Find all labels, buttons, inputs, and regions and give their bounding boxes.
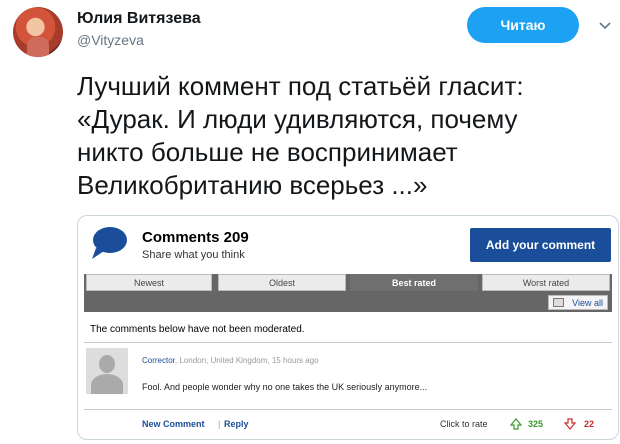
comment-meta: Corrector, London, United Kingdom, 15 ho… <box>142 356 319 365</box>
tab-worst-rated[interactable]: Worst rated <box>482 274 610 291</box>
comment-author-link[interactable]: Corrector <box>142 356 175 365</box>
view-all-button[interactable]: View all <box>548 295 608 310</box>
new-comment-link[interactable]: New Comment <box>142 419 205 429</box>
tweet-media-image[interactable]: Comments 209 Share what you think Add yo… <box>77 215 619 440</box>
speech-bubble-icon <box>92 227 127 259</box>
thumbs-down-arrow-icon[interactable] <box>564 418 576 430</box>
thumbs-up-arrow-icon[interactable] <box>510 418 522 430</box>
profile-avatar[interactable] <box>13 7 63 57</box>
chevron-down-icon[interactable] <box>599 20 611 32</box>
reply-link[interactable]: Reply <box>224 419 249 429</box>
user-display-name[interactable]: Юлия Витязева <box>77 10 201 28</box>
following-button[interactable]: Читаю <box>467 7 579 43</box>
downvote-count: 22 <box>584 419 595 429</box>
divider <box>84 409 612 410</box>
comments-subtitle: Share what you think <box>142 249 245 261</box>
divider <box>84 342 612 343</box>
tab-newest[interactable]: Newest <box>86 274 212 291</box>
user-handle[interactable]: @Vityzeva <box>77 32 144 48</box>
add-comment-button[interactable]: Add your comment <box>470 228 611 262</box>
comments-title: Comments 209 <box>142 229 249 246</box>
tweet-text: Лучший коммент под статьёй гласит: «Дура… <box>77 71 524 200</box>
tab-best-rated[interactable]: Best rated <box>350 274 478 291</box>
moderation-notice: The comments below have not been moderat… <box>90 324 305 335</box>
sort-tabs-bar: Newest Oldest Best rated Worst rated Vie… <box>84 274 612 312</box>
commenter-avatar-placeholder <box>86 348 128 394</box>
view-all-icon <box>553 298 564 307</box>
view-all-label: View all <box>572 297 603 308</box>
comment-body: Fool. And people wonder why no one takes… <box>142 382 428 392</box>
footer-separator: | <box>218 419 221 429</box>
click-to-rate-label: Click to rate <box>440 419 488 429</box>
comment-location-time: , London, United Kingdom, 15 hours ago <box>174 356 319 365</box>
upvote-count: 325 <box>528 419 544 429</box>
tab-oldest[interactable]: Oldest <box>218 274 346 291</box>
